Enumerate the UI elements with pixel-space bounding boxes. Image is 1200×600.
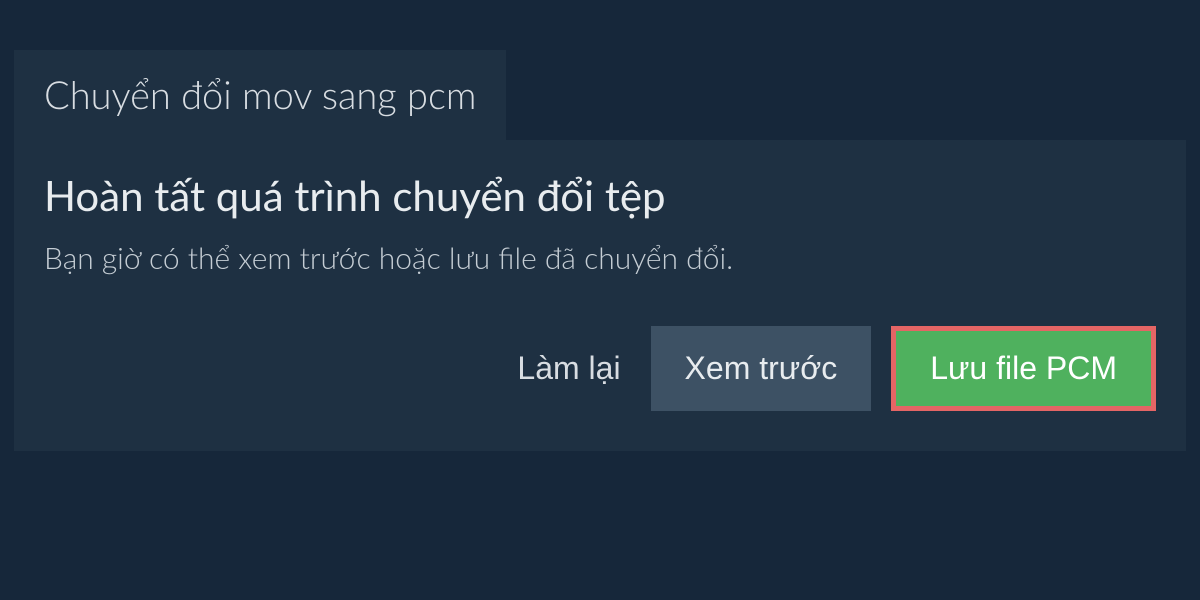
completion-description: Bạn giờ có thể xem trước hoặc lưu file đ…	[44, 240, 1156, 276]
button-row: Làm lại Xem trước Lưu file PCM	[44, 326, 1156, 411]
tab-convert[interactable]: Chuyển đổi mov sang pcm	[14, 50, 506, 140]
content-panel: Hoàn tất quá trình chuyển đổi tệp Bạn gi…	[14, 140, 1186, 451]
dialog-container: Chuyển đổi mov sang pcm Hoàn tất quá trì…	[0, 0, 1200, 451]
tab-label: Chuyển đổi mov sang pcm	[44, 72, 476, 118]
redo-button[interactable]: Làm lại	[507, 330, 630, 407]
completion-heading: Hoàn tất quá trình chuyển đổi tệp	[44, 170, 1156, 220]
save-button[interactable]: Lưu file PCM	[891, 326, 1156, 411]
preview-button[interactable]: Xem trước	[651, 326, 872, 411]
